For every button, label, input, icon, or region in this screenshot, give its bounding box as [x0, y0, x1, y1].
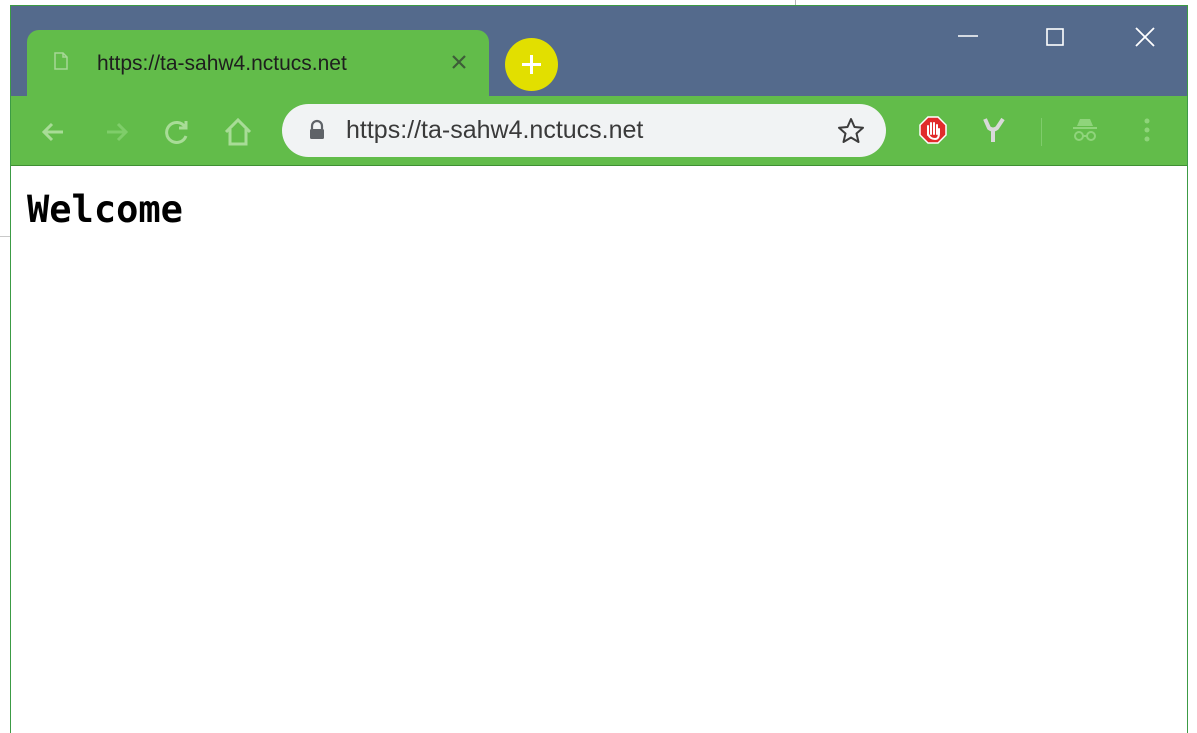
maximize-button[interactable] — [1034, 20, 1078, 50]
browser-tab[interactable]: https://ta-sahw4.nctucs.net — [27, 30, 489, 96]
toolbar-divider — [1041, 118, 1042, 146]
close-icon[interactable] — [447, 50, 471, 74]
title-bar: https://ta-sahw4.nctucs.net — [11, 6, 1187, 96]
maximize-icon — [1046, 28, 1064, 46]
minimize-icon — [958, 35, 978, 37]
tab-title: https://ta-sahw4.nctucs.net — [97, 52, 347, 75]
document-icon — [54, 52, 68, 70]
new-tab-button[interactable] — [505, 38, 558, 91]
tuning-fork-extension-icon[interactable] — [977, 114, 1009, 146]
browser-window: https://ta-sahw4.nctucs.net https://ta-s… — [10, 5, 1188, 733]
reload-icon — [165, 120, 188, 144]
home-icon — [224, 117, 252, 146]
stop-hand-extension-icon[interactable] — [917, 114, 949, 146]
lock-icon[interactable] — [307, 119, 327, 141]
reload-button[interactable] — [161, 116, 193, 148]
more-menu-icon[interactable] — [1131, 114, 1163, 146]
home-button[interactable] — [222, 116, 254, 148]
toolbar — [11, 96, 1187, 166]
star-icon[interactable] — [836, 116, 866, 146]
close-icon — [1135, 27, 1155, 47]
url-input[interactable] — [346, 112, 826, 148]
desktop: https://ta-sahw4.nctucs.net https://ta-s… — [0, 0, 1197, 733]
page-heading: Welcome — [27, 188, 183, 231]
forward-arrow-icon — [107, 122, 129, 142]
plus-icon — [522, 55, 541, 74]
page-content: Welcome — [11, 166, 1187, 733]
back-arrow-icon — [41, 122, 63, 142]
address-bar[interactable] — [282, 104, 886, 157]
forward-button[interactable] — [101, 116, 133, 148]
minimize-button[interactable] — [946, 20, 990, 50]
incognito-icon[interactable] — [1069, 114, 1101, 146]
back-button[interactable] — [37, 116, 69, 148]
window-close-button[interactable] — [1124, 20, 1168, 50]
